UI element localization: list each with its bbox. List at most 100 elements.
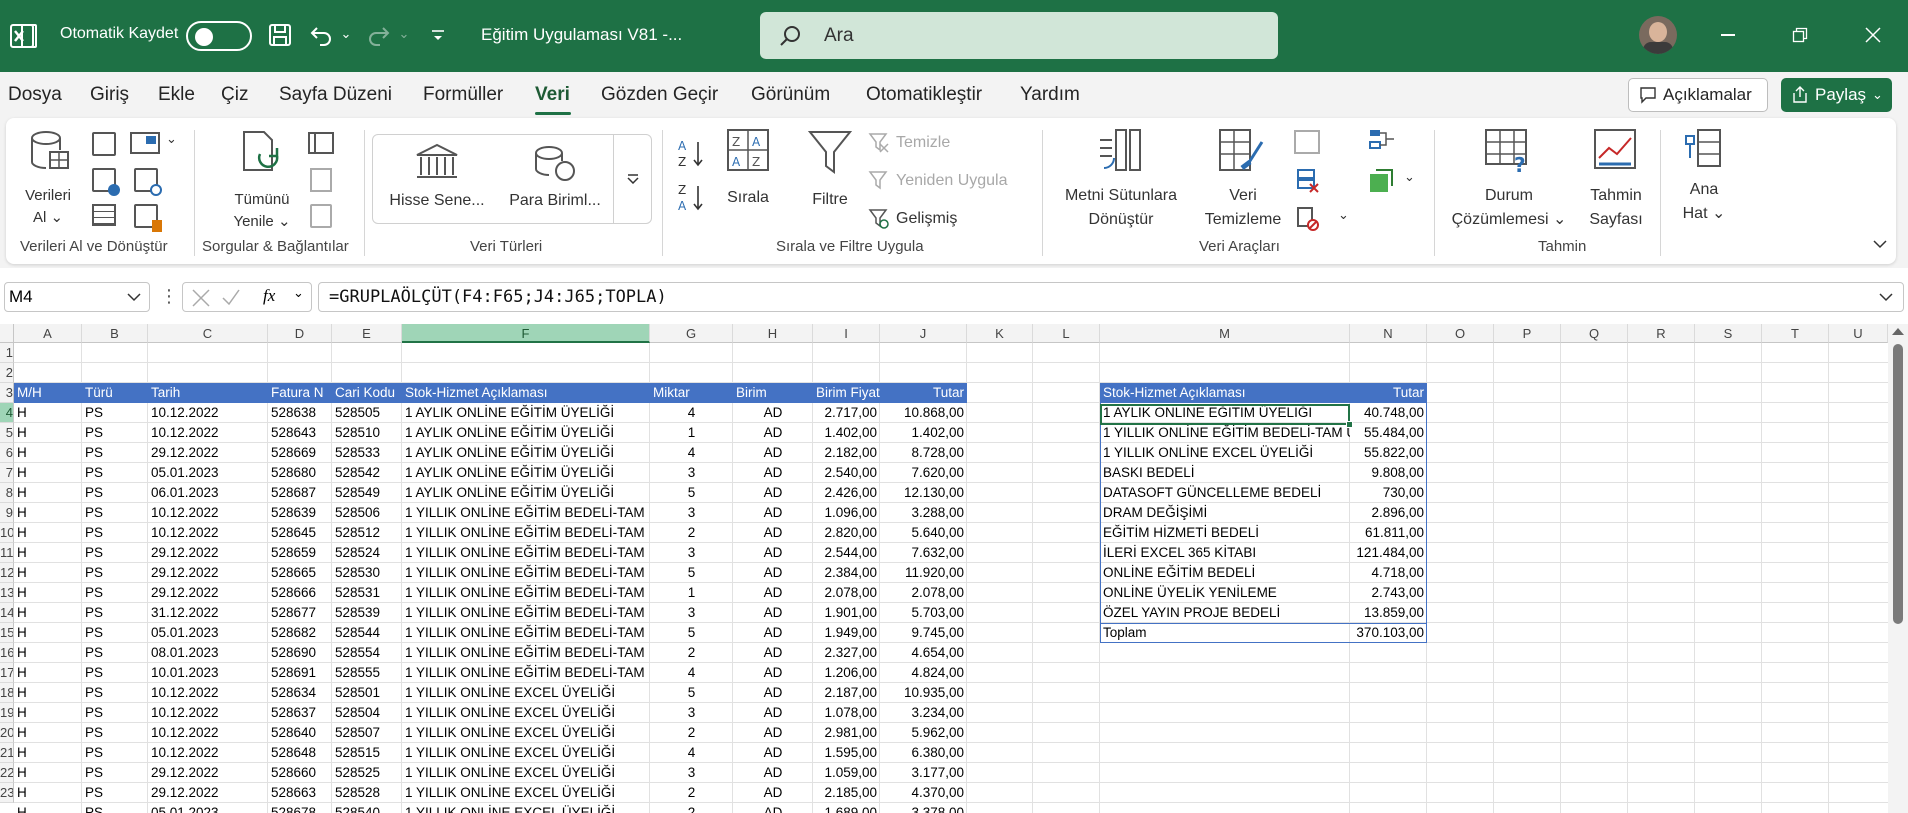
table-cell[interactable]: H <box>14 703 82 723</box>
summary-cell[interactable]: ONLİNE ÜYELİK YENİLEME <box>1100 583 1350 603</box>
table-cell[interactable]: 2.182,00 <box>813 443 880 463</box>
table-cell[interactable]: AD <box>733 723 813 743</box>
table-cell[interactable]: H <box>14 463 82 483</box>
table-cell[interactable]: 528507 <box>332 723 402 743</box>
table-cell[interactable]: 1 YILLIK ONLİNE EĞİTİM BEDELİ-TAM <box>402 563 650 583</box>
table-cell[interactable]: 3 <box>650 603 733 623</box>
table-cell[interactable]: PS <box>82 783 148 803</box>
table-cell[interactable]: AD <box>733 463 813 483</box>
avatar[interactable] <box>1639 16 1677 54</box>
row-header-21[interactable]: 21 <box>0 743 14 763</box>
undo-dropdown-icon[interactable]: ⌄ <box>338 26 354 42</box>
table-cell[interactable]: 1 YILLIK ONLİNE EĞİTİM BEDELİ-TAM <box>402 583 650 603</box>
comments-button[interactable]: Açıklamalar <box>1628 78 1768 112</box>
table-cell[interactable]: 3.288,00 <box>880 503 967 523</box>
table-cell[interactable]: 528690 <box>268 643 332 663</box>
summary-cell[interactable]: 55.822,00 <box>1350 443 1427 463</box>
table-cell[interactable]: 2 <box>650 643 733 663</box>
search-box[interactable]: Ara <box>760 12 1278 59</box>
table-cell[interactable]: PS <box>82 503 148 523</box>
summary-cell[interactable]: 2.743,00 <box>1350 583 1427 603</box>
table-cell[interactable]: 1 YILLIK ONLİNE EĞİTİM BEDELİ-TAM <box>402 603 650 623</box>
table-cell[interactable]: 3 <box>650 763 733 783</box>
summary-cell[interactable]: ONLİNE EĞİTİM BEDELİ <box>1100 563 1350 583</box>
table-cell[interactable]: AD <box>733 443 813 463</box>
table-cell[interactable]: 5.703,00 <box>880 603 967 623</box>
table-cell[interactable]: 528539 <box>332 603 402 623</box>
data-cleanup-button[interactable]: Veri Temizleme <box>1198 126 1288 238</box>
column-header-a[interactable]: A <box>14 324 82 343</box>
table-cell[interactable]: 2 <box>650 783 733 803</box>
save-icon[interactable] <box>265 20 295 50</box>
table-cell[interactable]: 4.654,00 <box>880 643 967 663</box>
undo-icon[interactable] <box>306 20 336 50</box>
table-cell[interactable]: 528540 <box>332 803 402 813</box>
summary-cell[interactable]: 61.811,00 <box>1350 523 1427 543</box>
column-header-s[interactable]: S <box>1695 324 1762 343</box>
table-cell[interactable]: 2.384,00 <box>813 563 880 583</box>
active-cell-border[interactable] <box>1100 404 1350 425</box>
table-cell[interactable]: 2 <box>650 803 733 813</box>
table-cell[interactable]: 528665 <box>268 563 332 583</box>
row-header-20[interactable]: 20 <box>0 723 14 743</box>
table-header-cell[interactable]: Tarih <box>148 383 268 403</box>
summary-cell[interactable]: DATASOFT GÜNCELLEME BEDELİ <box>1100 483 1350 503</box>
table-cell[interactable]: H <box>14 643 82 663</box>
table-cell[interactable]: 1 YILLIK ONLİNE EĞİTİM BEDELİ-TAM <box>402 623 650 643</box>
table-cell[interactable]: H <box>14 423 82 443</box>
table-cell[interactable]: 10.12.2022 <box>148 503 268 523</box>
row-header-19[interactable]: 19 <box>0 703 14 723</box>
column-header-e[interactable]: E <box>332 324 402 343</box>
table-cell[interactable]: 528687 <box>268 483 332 503</box>
table-cell[interactable]: PS <box>82 463 148 483</box>
table-cell[interactable]: 1.402,00 <box>880 423 967 443</box>
table-cell[interactable]: AD <box>733 703 813 723</box>
restore-icon[interactable] <box>1782 20 1818 50</box>
table-cell[interactable]: H <box>14 663 82 683</box>
table-cell[interactable]: AD <box>733 623 813 643</box>
row-header-9[interactable]: 9 <box>0 503 14 523</box>
table-cell[interactable]: 1.206,00 <box>813 663 880 683</box>
table-cell[interactable]: PS <box>82 583 148 603</box>
cancel-icon[interactable] <box>191 288 211 308</box>
summary-header-cell[interactable]: Stok-Hizmet Açıklaması <box>1100 383 1350 403</box>
table-header-cell[interactable]: M/H <box>14 383 82 403</box>
table-cell[interactable]: AD <box>733 803 813 813</box>
table-cell[interactable]: 3.177,00 <box>880 763 967 783</box>
table-cell[interactable]: 1.059,00 <box>813 763 880 783</box>
data-model-dropdown-icon[interactable]: ⌄ <box>1404 170 1415 185</box>
table-cell[interactable]: 05.01.2023 <box>148 463 268 483</box>
table-cell[interactable]: 3 <box>650 503 733 523</box>
table-header-cell[interactable]: Birim <box>733 383 813 403</box>
table-cell[interactable]: 528637 <box>268 703 332 723</box>
table-cell[interactable]: 4.370,00 <box>880 783 967 803</box>
from-web-icon[interactable] <box>92 168 120 196</box>
reapply-button[interactable]: Yeniden Uygula <box>868 168 1028 194</box>
redo-dropdown-icon[interactable]: ⌄ <box>396 26 412 42</box>
table-cell[interactable]: 10.12.2022 <box>148 723 268 743</box>
table-cell[interactable]: 528634 <box>268 683 332 703</box>
table-cell[interactable]: 528669 <box>268 443 332 463</box>
summary-cell[interactable]: ÖZEL YAYIN PROJE BEDELİ <box>1100 603 1350 623</box>
table-cell[interactable]: PS <box>82 523 148 543</box>
name-box[interactable]: M4 <box>4 282 150 312</box>
summary-total-label[interactable]: Toplam <box>1100 623 1350 643</box>
stocks-button[interactable]: Hisse Sene... <box>383 141 491 219</box>
fill-handle[interactable] <box>1346 421 1353 428</box>
data-validation-icon[interactable] <box>1296 206 1320 232</box>
minimize-icon[interactable] <box>1710 20 1746 50</box>
tab-ekle[interactable]: Ekle <box>158 84 195 106</box>
column-header-p[interactable]: P <box>1494 324 1561 343</box>
table-cell[interactable]: 528663 <box>268 783 332 803</box>
customize-toolbar-icon[interactable] <box>426 24 450 48</box>
table-cell[interactable]: 528528 <box>332 783 402 803</box>
table-cell[interactable]: 5.962,00 <box>880 723 967 743</box>
summary-cell[interactable]: 121.484,00 <box>1350 543 1427 563</box>
excel-logo-icon[interactable] <box>8 20 40 52</box>
table-cell[interactable]: PS <box>82 663 148 683</box>
row-header-15[interactable]: 15 <box>0 623 14 643</box>
table-cell[interactable]: AD <box>733 683 813 703</box>
table-cell[interactable]: AD <box>733 483 813 503</box>
table-cell[interactable]: H <box>14 623 82 643</box>
table-cell[interactable]: PS <box>82 723 148 743</box>
